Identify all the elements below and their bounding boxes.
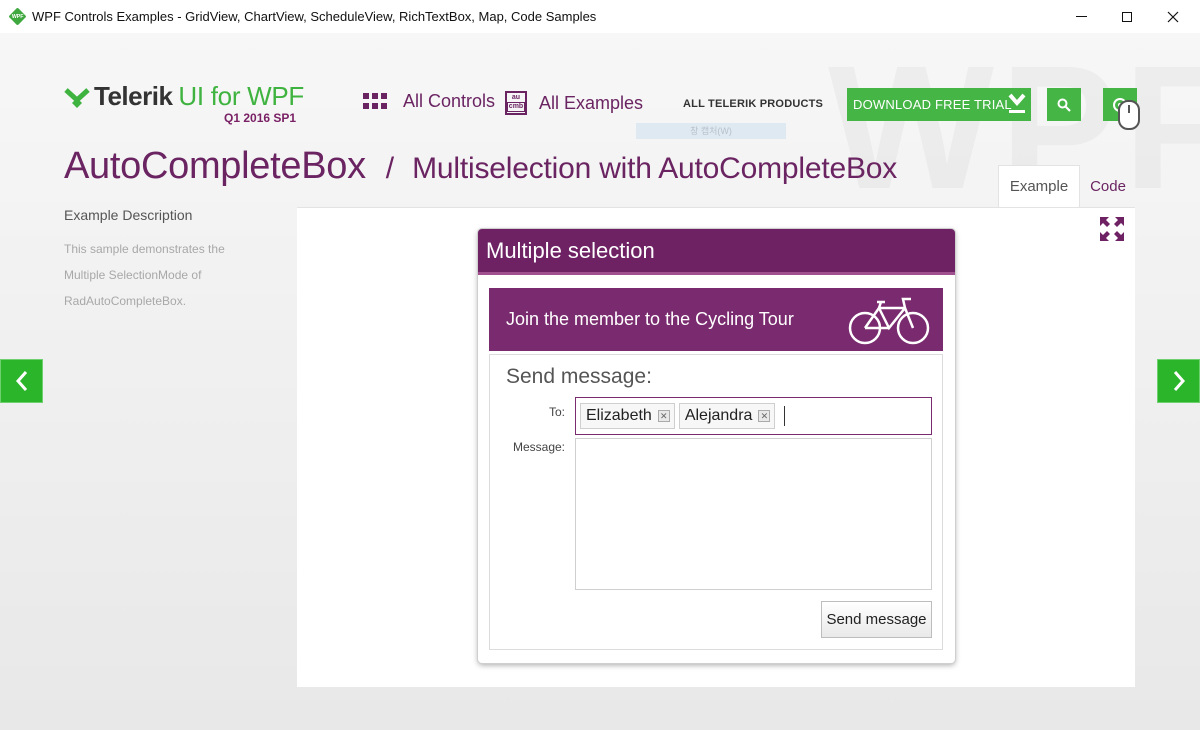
description-line: Multiple SelectionMode of	[64, 268, 202, 282]
title-separator: /	[385, 152, 395, 185]
all-examples-label: All Examples	[539, 92, 644, 113]
recipient-token[interactable]: Elizabeth ✕	[580, 403, 675, 429]
recipients-autocomplete-input[interactable]: Elizabeth ✕ Alejandra ✕	[575, 397, 932, 435]
app-icon: WPF	[8, 7, 27, 26]
token-label: Elizabeth	[586, 407, 652, 424]
fullscreen-icon[interactable]	[1099, 216, 1125, 242]
examples-icon: au cmb	[505, 91, 527, 115]
logo-brand: Telerik	[94, 81, 173, 111]
telerik-logo[interactable]: Telerik UI for WPF Q1 2016 SP1	[64, 81, 304, 125]
minimize-button[interactable]	[1058, 0, 1104, 33]
recipient-token[interactable]: Alejandra ✕	[678, 403, 776, 429]
next-example-button[interactable]	[1157, 359, 1200, 403]
tab-example[interactable]: Example	[998, 165, 1080, 207]
all-examples-link[interactable]: au cmb All Examples	[505, 91, 643, 115]
minimize-icon	[1075, 16, 1087, 17]
description-line: This sample demonstrates the	[64, 242, 225, 256]
bicycle-icon	[848, 297, 930, 345]
text-caret	[784, 406, 786, 426]
previous-example-button[interactable]	[0, 359, 43, 403]
maximize-button[interactable]	[1104, 0, 1150, 33]
to-label: To:	[548, 405, 565, 419]
maximize-icon	[1122, 11, 1132, 22]
send-message-form: Send message: To: Elizabeth ✕ Alejandra …	[489, 354, 943, 650]
cycling-banner: Join the member to the Cycling Tour	[489, 288, 943, 351]
form-title: Send message:	[506, 365, 652, 388]
message-textarea[interactable]	[575, 438, 932, 590]
product-version: Q1 2016 SP1	[224, 111, 297, 125]
page-title: AutoCompleteBox / Multiselection with Au…	[64, 145, 897, 188]
example-name: Multiselection with AutoCompleteBox	[412, 152, 898, 185]
banner-text: Join the member to the Cycling Tour	[506, 309, 794, 329]
description-title: Example Description	[64, 207, 193, 223]
send-message-button[interactable]: Send message	[821, 601, 932, 638]
description-line: RadAutoCompleteBox.	[64, 294, 187, 308]
close-button[interactable]	[1150, 0, 1196, 33]
window-title-bar: WPF WPF Controls Examples - GridView, Ch…	[0, 0, 1200, 33]
grid-icon	[363, 92, 387, 111]
app-content: WPF Telerik UI for WPF Q1 2016 SP1 All C…	[0, 33, 1200, 730]
message-label: Message:	[512, 440, 565, 454]
window-capture-tooltip: 창 캡처(W)	[636, 123, 786, 139]
multiple-selection-card: Multiple selection Join the member to th…	[478, 229, 955, 663]
remove-token-icon[interactable]: ✕	[657, 410, 670, 422]
telerik-logo-icon	[64, 86, 90, 108]
example-description: Example Description This sample demonstr…	[64, 207, 264, 314]
search-button[interactable]	[1047, 88, 1081, 121]
download-label: DOWNLOAD FREE TRIAL	[853, 97, 1012, 112]
control-name[interactable]: AutoCompleteBox	[64, 145, 366, 188]
chevron-right-icon	[1173, 371, 1185, 391]
all-telerik-products-link[interactable]: ALL TELERIK PRODUCTS	[683, 98, 823, 110]
download-free-trial-button[interactable]: DOWNLOAD FREE TRIAL	[847, 88, 1031, 121]
card-title: Multiple selection	[478, 229, 955, 275]
token-label: Alejandra	[684, 407, 753, 424]
download-icon	[1008, 93, 1026, 113]
close-icon	[1167, 11, 1179, 22]
tab-code[interactable]: Code	[1082, 165, 1134, 207]
window-title: WPF Controls Examples - GridView, ChartV…	[32, 9, 597, 24]
all-controls-link[interactable]: All Controls	[363, 91, 495, 112]
all-controls-label: All Controls	[403, 91, 496, 111]
logo-product: UI for WPF	[178, 81, 304, 111]
chevron-left-icon	[15, 371, 27, 391]
mouse-cursor-icon	[1118, 100, 1140, 130]
description-body: This sample demonstrates the Multiple Se…	[64, 236, 264, 314]
remove-token-icon[interactable]: ✕	[758, 410, 771, 422]
search-icon	[1057, 98, 1071, 112]
